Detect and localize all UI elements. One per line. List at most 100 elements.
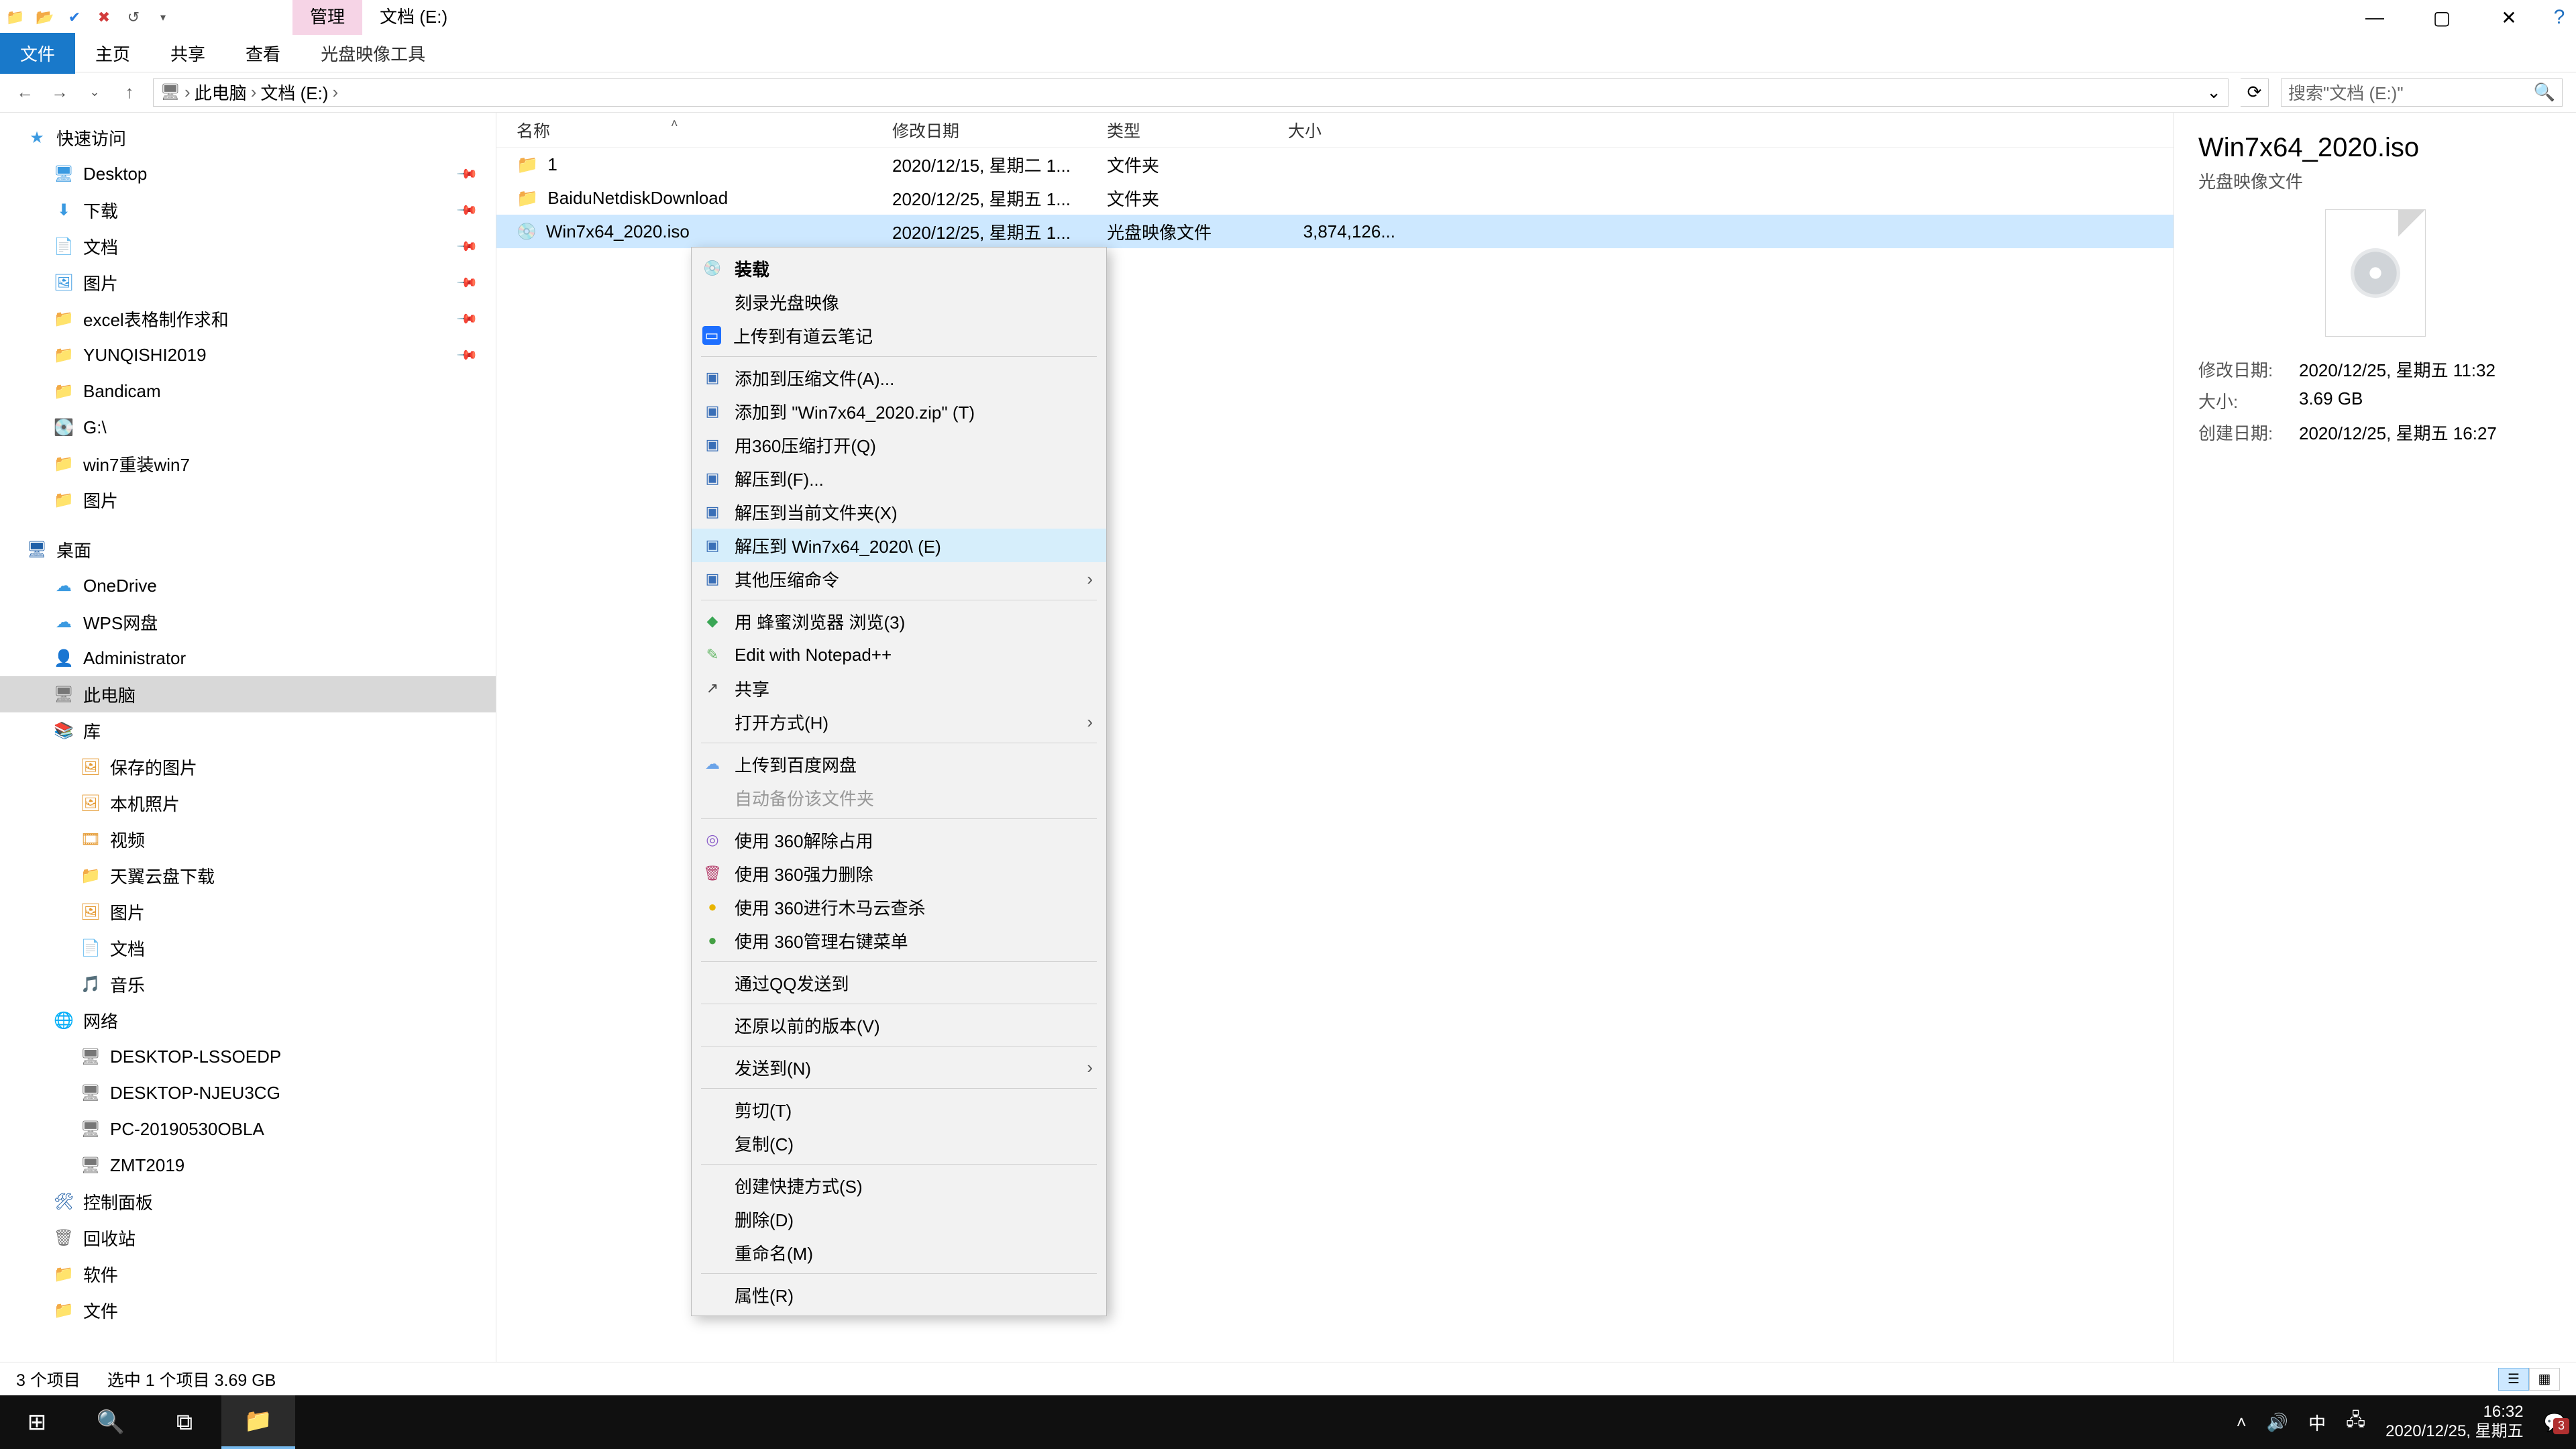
tree-lib-item[interactable]: 🎵音乐 bbox=[0, 966, 496, 1002]
qat-undo-icon[interactable]: ↺ bbox=[123, 7, 144, 28]
file-row-selected[interactable]: 💿Win7x64_2020.iso 2020/12/25, 星期五 1... 光… bbox=[496, 215, 2174, 248]
tray-chevron-icon[interactable]: ˄ bbox=[2237, 1412, 2247, 1433]
tree-network-pc[interactable]: 🖥DESKTOP-LSSOEDP bbox=[0, 1038, 496, 1075]
tree-pictures[interactable]: 🖼图片📌 bbox=[0, 264, 496, 301]
breadcrumb[interactable]: 🖥 › 此电脑 › 文档 (E:) › ⌄ bbox=[153, 78, 2229, 107]
maximize-button[interactable]: ▢ bbox=[2408, 0, 2475, 35]
ctx-open-with[interactable]: 打开方式(H)› bbox=[692, 705, 1106, 739]
ctx-other-compress[interactable]: ▣其他压缩命令› bbox=[692, 562, 1106, 596]
column-size[interactable]: 大小 bbox=[1288, 118, 1422, 142]
tree-folder[interactable]: 📁Bandicam bbox=[0, 373, 496, 409]
view-icons-button[interactable]: ▦ bbox=[2529, 1368, 2560, 1391]
ribbon-tab-file[interactable]: 文件 bbox=[0, 33, 75, 74]
minimize-button[interactable]: — bbox=[2341, 0, 2408, 35]
tree-libraries[interactable]: 📚库 bbox=[0, 712, 496, 749]
ctx-share[interactable]: ↗共享 bbox=[692, 672, 1106, 705]
tree-lib-item[interactable]: 📁天翼云盘下载 bbox=[0, 857, 496, 894]
breadcrumb-item[interactable]: 此电脑 bbox=[195, 80, 247, 105]
tree-wps[interactable]: ☁WPS网盘 bbox=[0, 604, 496, 640]
ctx-create-shortcut[interactable]: 创建快捷方式(S) bbox=[692, 1169, 1106, 1202]
help-button[interactable]: ? bbox=[2542, 0, 2576, 35]
tray-ime[interactable]: 中 bbox=[2308, 1410, 2326, 1435]
tree-lib-item[interactable]: 🖼图片 bbox=[0, 894, 496, 930]
ctx-360-delete[interactable]: 🗑使用 360强力删除 bbox=[692, 857, 1106, 890]
tree-desktop-root[interactable]: 🖥桌面 bbox=[0, 531, 496, 568]
ctx-youdao[interactable]: ▭上传到有道云笔记 bbox=[692, 319, 1106, 352]
nav-history-dropdown[interactable]: ⌄ bbox=[83, 85, 106, 99]
tree-onedrive[interactable]: ☁OneDrive bbox=[0, 568, 496, 604]
ctx-add-zip[interactable]: ▣添加到 "Win7x64_2020.zip" (T) bbox=[692, 394, 1106, 428]
tree-lib-item[interactable]: 🎞视频 bbox=[0, 821, 496, 857]
ctx-delete[interactable]: 删除(D) bbox=[692, 1202, 1106, 1236]
ctx-baidu-upload[interactable]: ☁上传到百度网盘 bbox=[692, 747, 1106, 781]
tree-control-panel[interactable]: 🛠控制面板 bbox=[0, 1183, 496, 1220]
qat-check-icon[interactable]: ✔ bbox=[64, 7, 85, 28]
ctx-notepad-pp[interactable]: ✎Edit with Notepad++ bbox=[692, 638, 1106, 672]
ctx-rename[interactable]: 重命名(M) bbox=[692, 1236, 1106, 1269]
file-row[interactable]: 📁1 2020/12/15, 星期二 1... 文件夹 bbox=[496, 148, 2174, 181]
nav-forward-button[interactable]: → bbox=[48, 82, 71, 103]
start-button[interactable]: ⊞ bbox=[0, 1395, 74, 1449]
ctx-copy[interactable]: 复制(C) bbox=[692, 1126, 1106, 1160]
tray-network-icon[interactable]: 🖧 bbox=[2346, 1407, 2365, 1437]
tree-folder[interactable]: 📁win7重装win7 bbox=[0, 445, 496, 482]
view-details-button[interactable]: ☰ bbox=[2498, 1368, 2529, 1391]
tray-volume-icon[interactable]: 🔊 bbox=[2267, 1412, 2288, 1433]
ctx-add-archive[interactable]: ▣添加到压缩文件(A)... bbox=[692, 361, 1106, 394]
tree-this-pc[interactable]: 🖥此电脑 bbox=[0, 676, 496, 712]
qat-dropdown-icon[interactable]: ▾ bbox=[153, 7, 173, 28]
ribbon-tab-iso[interactable]: 光盘映像工具 bbox=[301, 33, 445, 74]
tree-network[interactable]: 🌐网络 bbox=[0, 1002, 496, 1038]
tree-user[interactable]: 👤Administrator bbox=[0, 640, 496, 676]
breadcrumb-item[interactable]: 文档 (E:) bbox=[260, 80, 328, 105]
tree-folder[interactable]: 📁YUNQISHI2019📌 bbox=[0, 337, 496, 373]
tree-downloads[interactable]: ⬇下载📌 bbox=[0, 192, 496, 228]
column-name[interactable]: 名称˄ bbox=[496, 118, 892, 142]
ctx-360-scan[interactable]: ●使用 360进行木马云查杀 bbox=[692, 890, 1106, 924]
qat-delete-icon[interactable]: ✖ bbox=[94, 7, 114, 28]
tree-network-pc[interactable]: 🖥DESKTOP-NJEU3CG bbox=[0, 1075, 496, 1111]
ctx-burn[interactable]: 刻录光盘映像 bbox=[692, 285, 1106, 319]
tree-drive[interactable]: 💽G:\ bbox=[0, 409, 496, 445]
tree-network-pc[interactable]: 🖥ZMT2019 bbox=[0, 1147, 496, 1183]
column-type[interactable]: 类型 bbox=[1107, 118, 1288, 142]
ctx-360-menu[interactable]: ●使用 360管理右键菜单 bbox=[692, 924, 1106, 957]
ctx-mount[interactable]: 💿装载 bbox=[692, 252, 1106, 285]
search-input[interactable]: 搜索"文档 (E:)" 🔍 bbox=[2281, 78, 2563, 107]
taskbar-explorer[interactable]: 📁 bbox=[221, 1395, 295, 1449]
file-row[interactable]: 📁BaiduNetdiskDownload 2020/12/25, 星期五 1.… bbox=[496, 181, 2174, 215]
ctx-bee-browser[interactable]: ◆用 蜂蜜浏览器 浏览(3) bbox=[692, 604, 1106, 638]
tree-network-pc[interactable]: 🖥PC-20190530OBLA bbox=[0, 1111, 496, 1147]
task-view-button[interactable]: ⧉ bbox=[148, 1395, 221, 1449]
tree-recycle[interactable]: 🗑回收站 bbox=[0, 1220, 496, 1256]
nav-up-button[interactable]: ↑ bbox=[118, 82, 141, 103]
ctx-360-unlock[interactable]: ◎使用 360解除占用 bbox=[692, 823, 1106, 857]
ribbon-tab-share[interactable]: 共享 bbox=[150, 33, 225, 74]
ribbon-tab-view[interactable]: 查看 bbox=[225, 33, 301, 74]
ctx-send-to[interactable]: 发送到(N)› bbox=[692, 1051, 1106, 1084]
ctx-extract-to[interactable]: ▣解压到(F)... bbox=[692, 462, 1106, 495]
tree-quick-access[interactable]: ★快速访问 bbox=[0, 119, 496, 156]
breadcrumb-dropdown[interactable]: ⌄ bbox=[2206, 82, 2221, 103]
contextual-tab-manage[interactable]: 管理 bbox=[292, 0, 362, 35]
close-button[interactable]: ✕ bbox=[2475, 0, 2542, 35]
ctx-restore-version[interactable]: 还原以前的版本(V) bbox=[692, 1008, 1106, 1042]
tree-folder[interactable]: 📁软件 bbox=[0, 1256, 496, 1292]
ctx-qq-send[interactable]: 通过QQ发送到 bbox=[692, 966, 1106, 1000]
tree-documents[interactable]: 📄文档📌 bbox=[0, 228, 496, 264]
nav-back-button[interactable]: ← bbox=[13, 82, 36, 103]
ctx-cut[interactable]: 剪切(T) bbox=[692, 1093, 1106, 1126]
column-date[interactable]: 修改日期 bbox=[892, 118, 1107, 142]
ctx-extract-named[interactable]: ▣解压到 Win7x64_2020\ (E) bbox=[692, 529, 1106, 562]
tree-lib-item[interactable]: 📄文档 bbox=[0, 930, 496, 966]
tree-desktop[interactable]: 🖥Desktop📌 bbox=[0, 156, 496, 192]
ctx-open-360[interactable]: ▣用360压缩打开(Q) bbox=[692, 428, 1106, 462]
ctx-properties[interactable]: 属性(R) bbox=[692, 1278, 1106, 1311]
ribbon-tab-home[interactable]: 主页 bbox=[75, 33, 150, 74]
search-button[interactable]: 🔍 bbox=[74, 1395, 148, 1449]
tree-folder[interactable]: 📁文件 bbox=[0, 1292, 496, 1328]
tree-lib-item[interactable]: 🖼保存的图片 bbox=[0, 749, 496, 785]
ctx-extract-here[interactable]: ▣解压到当前文件夹(X) bbox=[692, 495, 1106, 529]
tray-clock[interactable]: 16:32 2020/12/25, 星期五 bbox=[2385, 1403, 2523, 1442]
tree-folder[interactable]: 📁图片 bbox=[0, 482, 496, 518]
